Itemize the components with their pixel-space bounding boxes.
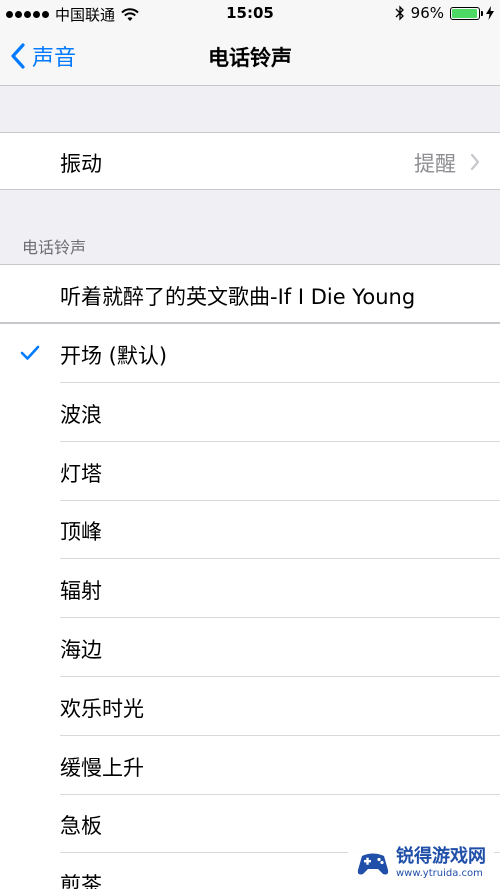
checkmark-icon bbox=[20, 345, 40, 360]
ringtone-label: 辐射 bbox=[60, 579, 102, 604]
ringtone-label: 急板 bbox=[60, 814, 102, 839]
ringtone-row[interactable]: 海边 bbox=[0, 618, 500, 677]
charging-bolt-icon bbox=[486, 6, 494, 20]
ringtone-list: 开场 (默认) 波浪灯塔顶峰辐射海边欢乐时光缓慢上升急板煎茶 bbox=[0, 324, 500, 889]
status-right: 96% bbox=[395, 4, 494, 22]
ringtone-label: 煎茶 bbox=[60, 873, 102, 889]
custom-song-label: 听着就醉了的英文歌曲-If I Die Young bbox=[60, 285, 416, 309]
navigation-bar: 声音 电话铃声 bbox=[0, 28, 500, 86]
vibration-value: 提醒 bbox=[414, 152, 456, 176]
custom-song-cell[interactable]: 听着就醉了的英文歌曲-If I Die Young bbox=[0, 264, 500, 324]
watermark: 锐得游戏网 www.ytruida.com bbox=[348, 844, 494, 883]
bluetooth-icon bbox=[395, 5, 404, 21]
ringtone-row[interactable]: 顶峰 bbox=[0, 500, 500, 560]
ringtone-row[interactable]: 灯塔 bbox=[0, 442, 500, 501]
ringtone-label: 缓慢上升 bbox=[60, 755, 144, 780]
watermark-name: 锐得游戏网 bbox=[396, 846, 486, 867]
ringtone-label: 海边 bbox=[60, 638, 102, 662]
ringtone-label: 欢乐时光 bbox=[60, 696, 144, 721]
vibration-cell[interactable]: 振动 提醒 bbox=[0, 132, 500, 190]
ringtone-label: 顶峰 bbox=[60, 520, 102, 545]
ringtone-row[interactable]: 缓慢上升 bbox=[0, 736, 500, 795]
screen: 中国联通 15:05 96% 声音 电话铃声 振动 提醒 电话铃声 听着就醉了的… bbox=[0, 0, 500, 889]
gamepad-logo-icon bbox=[357, 853, 389, 874]
battery-percent: 96% bbox=[410, 4, 444, 22]
battery-fill bbox=[452, 8, 477, 18]
ringtone-section-header: 电话铃声 bbox=[22, 238, 87, 257]
vibration-label: 振动 bbox=[60, 152, 102, 176]
ringtone-row[interactable]: 开场 (默认) bbox=[0, 324, 500, 383]
ringtone-label: 开场 (默认) bbox=[60, 344, 168, 368]
ringtone-row[interactable]: 辐射 bbox=[0, 559, 500, 619]
status-bar: 中国联通 15:05 96% bbox=[0, 0, 500, 28]
ringtone-label: 灯塔 bbox=[60, 461, 102, 486]
ringtone-label: 波浪 bbox=[60, 402, 102, 427]
ringtone-row[interactable]: 欢乐时光 bbox=[0, 677, 500, 736]
watermark-url: www.ytruida.com bbox=[396, 868, 483, 879]
chevron-right-icon bbox=[470, 153, 480, 171]
battery-icon bbox=[450, 6, 483, 20]
page-title: 电话铃声 bbox=[208, 46, 292, 70]
ringtone-row[interactable]: 波浪 bbox=[0, 383, 500, 442]
